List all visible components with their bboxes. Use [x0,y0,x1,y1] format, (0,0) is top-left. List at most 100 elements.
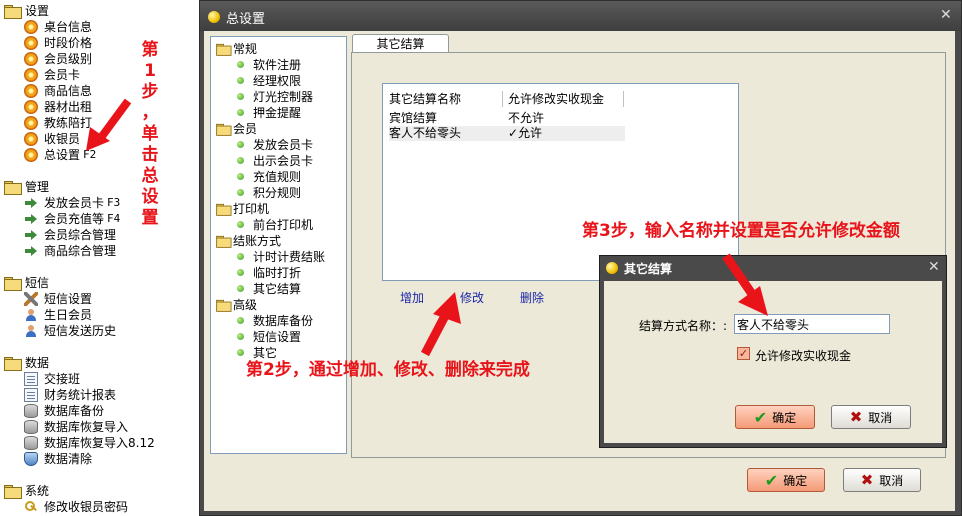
nav-item-member-level[interactable]: 会员级别 [24,51,92,66]
list-row[interactable]: 宾馆结算 不允许 [389,111,625,126]
tree-item-issue-card[interactable]: 发放会员卡 [237,137,313,152]
nav-item-sms-history[interactable]: 短信发送历史 [24,323,116,338]
nav-item-cashier[interactable]: 收银员 [24,131,80,146]
nav-item-member-management[interactable]: 会员综合管理 [24,227,116,242]
nav-item-goods-management[interactable]: 商品综合管理 [24,243,116,258]
nav-item-data-clear[interactable]: 数据清除 [24,451,92,466]
gear-icon [24,99,38,114]
gear-icon [24,35,38,50]
arrow-right-icon [24,196,38,210]
tree-group-advanced[interactable]: 高级 [215,297,257,312]
step1-arrow-icon [86,98,132,151]
gear-icon [24,131,38,146]
tools-icon [24,291,38,306]
bullet-icon [237,221,244,228]
cancel-button[interactable]: ✖ 取消 [843,468,921,492]
close-icon[interactable]: ✕ [940,7,952,23]
nav-item-table-info[interactable]: 桌台信息 [24,19,92,34]
tree-item-software-registration[interactable]: 软件注册 [237,57,301,72]
tree-group-checkout[interactable]: 结账方式 [215,233,281,248]
nav-group-settings[interactable]: 设置 [4,3,49,19]
gear-icon [24,51,38,66]
tree-item-db-backup[interactable]: 数据库备份 [237,313,313,328]
nav-item-time-price[interactable]: 时段价格 [24,35,92,50]
bullet-icon [237,333,244,340]
allow-modify-checkbox[interactable]: ✓ [737,347,750,360]
nav-item-db-backup[interactable]: 数据库备份 [24,403,104,418]
settlement-list[interactable]: 其它结算名称 允许修改实收现金 宾馆结算 不允许 客人不给零头 ✓允许 [382,83,739,281]
database-icon [24,435,38,450]
nav-item-db-restore[interactable]: 数据库恢复导入 [24,419,128,434]
dialog-ok-button[interactable]: ✔ 确定 [735,405,815,429]
nav-item-birthday-members[interactable]: 生日会员 [24,307,92,322]
step2-arrow-icon [421,292,461,357]
bullet-icon [237,93,244,100]
tree-item-other[interactable]: 其它 [237,345,277,360]
dialog-cancel-button[interactable]: ✖ 取消 [831,405,911,429]
arrow-right-icon [24,212,38,226]
folder-icon [216,299,232,312]
tree-item-sms-settings[interactable]: 短信设置 [237,329,301,344]
bullet-icon [237,61,244,68]
shield-icon [24,451,38,466]
window-titlebar[interactable]: 总设置 ✕ [200,1,961,31]
column-header-allow[interactable]: 允许修改实收现金 [508,90,604,108]
document-icon [24,371,38,386]
bullet-icon [237,141,244,148]
bullet-icon [237,269,244,276]
nav-group-manage[interactable]: 管理 [4,179,49,195]
nav-group-system[interactable]: 系统 [4,483,49,499]
row-allow: ✓允许 [508,126,543,140]
tree-item-recharge-rules[interactable]: 充值规则 [237,169,301,184]
nav-item-sms-settings[interactable]: 短信设置 [24,291,92,306]
tree-group-general[interactable]: 常规 [215,41,257,56]
arrow-right-icon [24,228,38,242]
bullet-icon [237,349,244,356]
check-icon: ✔ [764,470,779,490]
bullet-icon [237,109,244,116]
tree-item-manager-permissions[interactable]: 经理权限 [237,73,301,88]
tree-item-other-settlement[interactable]: 其它结算 [237,281,301,296]
bullet-icon [237,253,244,260]
ok-button[interactable]: ✔ 确定 [747,468,825,492]
folder-icon [4,4,22,19]
delete-button[interactable]: 删除 [520,289,544,306]
nav-item-member-recharge[interactable]: 会员充值等 F4 [24,211,120,226]
tree-item-deposit-reminder[interactable]: 押金提醒 [237,105,301,120]
column-header-name[interactable]: 其它结算名称 [389,90,461,108]
step3-annotation: 第3步，输入名称并设置是否允许修改金额 [582,221,900,241]
bullet-icon [237,285,244,292]
tree-group-member[interactable]: 会员 [215,121,257,136]
nav-item-member-card[interactable]: 会员卡 [24,67,80,82]
key-icon [24,500,38,514]
tree-item-front-printer[interactable]: 前台打印机 [237,217,313,232]
nav-item-shift-handover[interactable]: 交接班 [24,371,80,386]
tree-item-points-rules[interactable]: 积分规则 [237,185,301,200]
gear-icon [24,147,38,162]
nav-item-issue-card[interactable]: 发放会员卡 F3 [24,195,120,210]
nav-item-change-password[interactable]: 修改收银员密码 [24,499,128,514]
tree-item-temp-discount[interactable]: 临时打折 [237,265,301,280]
gear-icon [24,115,38,130]
folder-icon [216,43,232,56]
document-icon [24,387,38,402]
nav-group-sms[interactable]: 短信 [4,275,49,291]
tree-group-printer[interactable]: 打印机 [215,201,269,216]
app-icon [606,262,618,274]
tab-other-settlement[interactable]: 其它结算 [352,34,449,53]
nav-item-db-restore-812[interactable]: 数据库恢复导入8.12 [24,435,155,450]
list-row-selected[interactable]: 客人不给零头 ✓允许 [389,126,625,141]
nav-item-finance-report[interactable]: 财务统计报表 [24,387,116,402]
tree-item-show-card[interactable]: 出示会员卡 [237,153,313,168]
window-title: 总设置 [226,12,266,27]
check-icon: ✔ [753,407,768,427]
gear-icon [24,19,38,34]
nav-group-data[interactable]: 数据 [4,355,49,371]
left-nav-tree: 设置 桌台信息 时段价格 会员级别 会员卡 商品信息 器材出租 教练陪打 收银员… [0,0,198,516]
tree-item-timed-billing[interactable]: 计时计费结账 [237,249,325,264]
bullet-icon [237,189,244,196]
close-icon[interactable]: ✕ [928,259,940,275]
database-icon [24,419,38,434]
tree-item-light-controller[interactable]: 灯光控制器 [237,89,313,104]
gear-icon [24,83,38,98]
